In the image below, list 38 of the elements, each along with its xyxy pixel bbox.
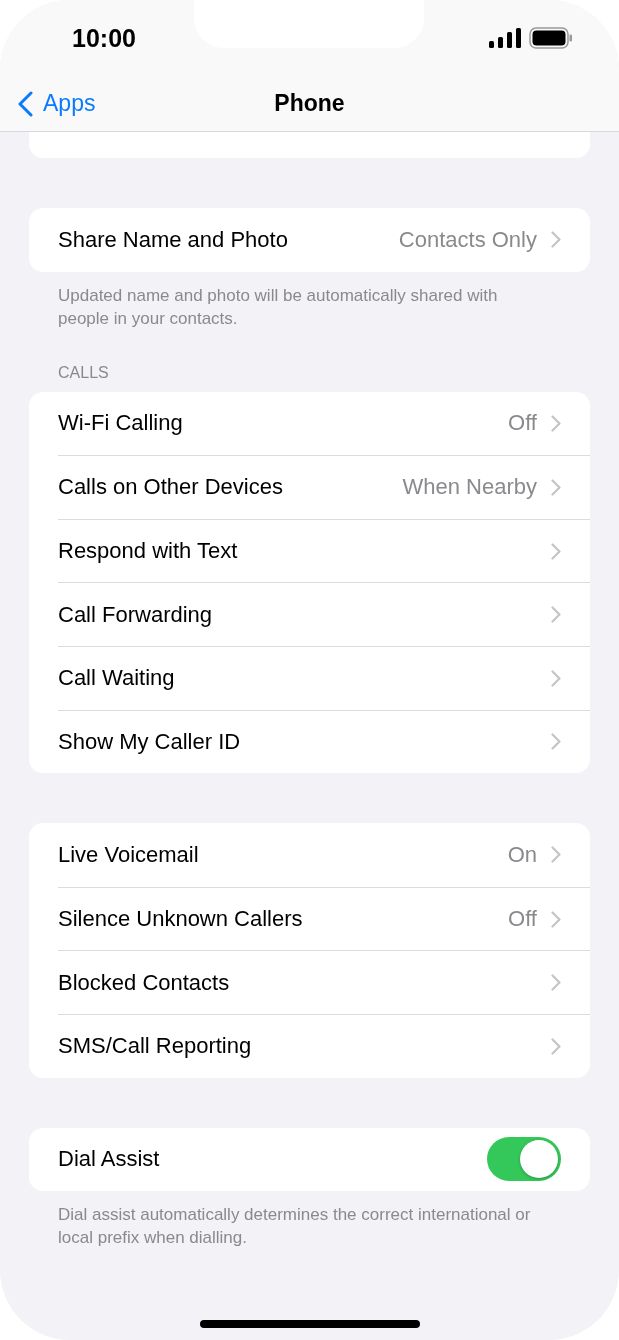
chevron-icon [551,231,561,249]
status-time: 10:00 [72,23,136,53]
chevron-icon [551,542,561,560]
row-value: Off [508,906,537,933]
chevron-icon [551,414,561,432]
row-label: Calls on Other Devices [58,474,284,501]
chevron-icon [551,606,561,624]
chevron-icon [551,733,561,751]
signal-icon [489,28,521,48]
toggle-switch[interactable] [487,1137,561,1182]
section-header: CALLS [57,363,110,383]
chevron-icon [551,974,561,992]
row-label: Respond with Text [58,538,239,565]
row-label: Wi-Fi Calling [58,410,184,437]
chevron-icon [551,910,561,928]
row-value: Off [508,410,537,437]
row-value: Contacts Only [398,226,537,253]
back-button[interactable]: Apps [18,90,96,117]
row-label: Blocked Contacts [58,969,231,996]
section-footer: Updated name and photo will be automatically shared with people in your contacts. [0,271,619,330]
battery-icon [529,27,573,49]
row-label: Share Name and Photo [58,226,289,253]
back-chevron-icon [18,90,33,117]
row-value: On [507,841,537,868]
row-label: SMS/Call Reporting [58,1033,253,1060]
row-label: Call Waiting [58,665,176,692]
chevron-icon [551,1037,561,1055]
page-title: Phone [274,90,345,117]
chevron-icon [551,479,561,496]
row-label: Live Voicemail [58,841,200,868]
row-label: Silence Unknown Callers [58,906,304,933]
row-label: Show My Caller ID [58,728,242,755]
chevron-icon [551,846,561,864]
row-value: When Nearby [402,474,537,501]
row-label: Call Forwarding [58,601,214,628]
row-label: Dial Assist [58,1146,161,1173]
section-footer: Dial assist automatically determines the correct international or local prefix when dialling. [0,1191,619,1250]
chevron-icon [551,669,561,687]
